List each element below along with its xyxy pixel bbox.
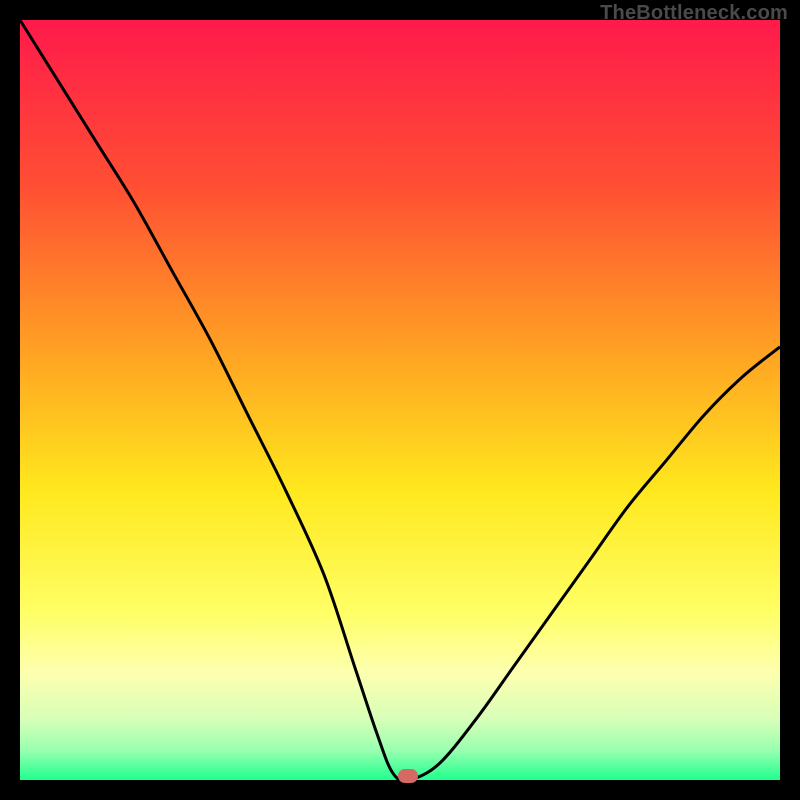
bottleneck-curve [20, 20, 780, 780]
watermark-text: TheBottleneck.com [600, 2, 788, 25]
gradient-plot-area [20, 20, 780, 780]
curve-path [20, 20, 780, 780]
chart-frame: TheBottleneck.com [0, 0, 800, 800]
optimal-point-marker [398, 769, 418, 783]
